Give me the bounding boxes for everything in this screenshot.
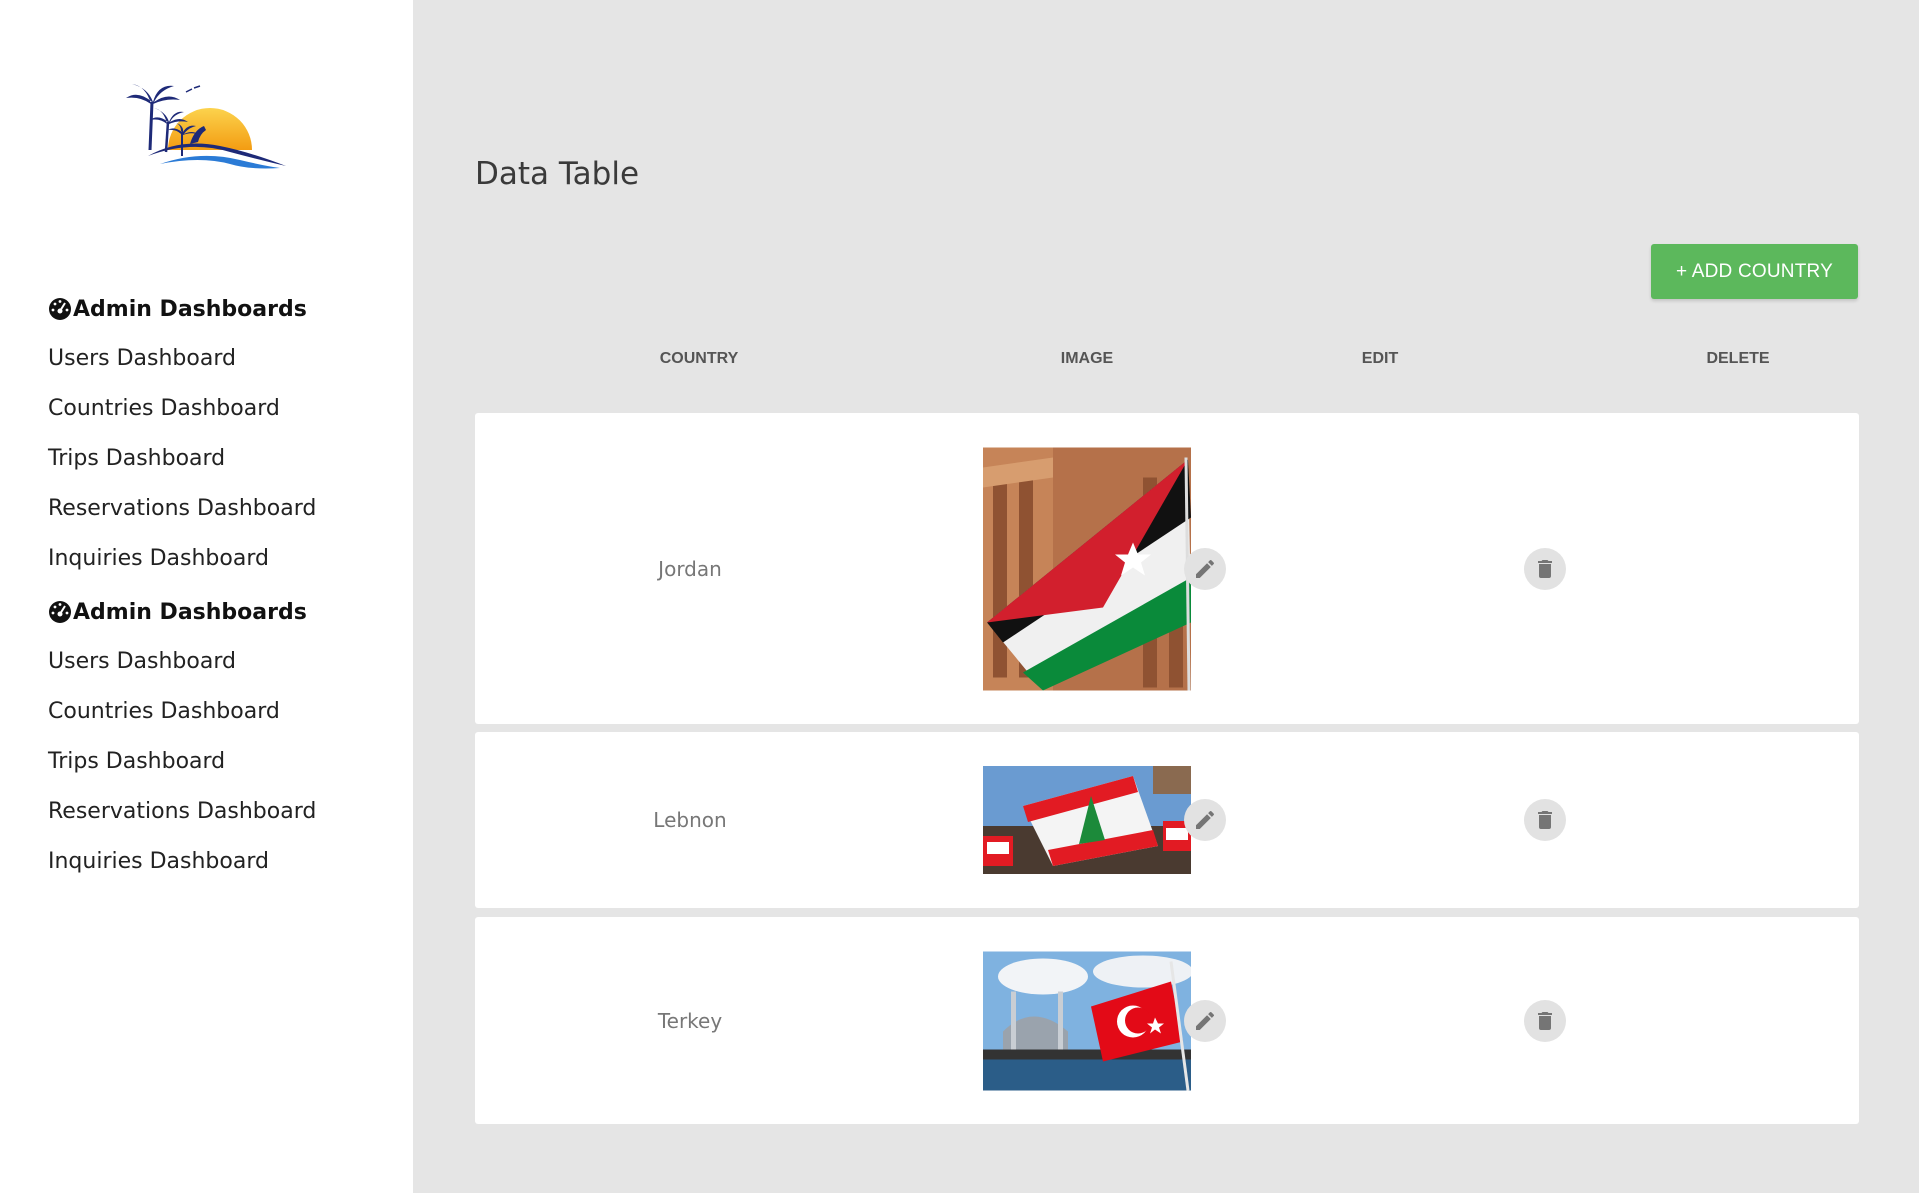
edit-button[interactable] bbox=[1184, 799, 1226, 841]
add-country-button[interactable]: + ADD COUNTRY bbox=[1651, 244, 1858, 299]
table-row: Jordan bbox=[475, 413, 1859, 724]
page-title: Data Table bbox=[475, 156, 640, 192]
table-header: COUNTRY IMAGE EDIT DELETE bbox=[475, 350, 1859, 390]
country-name: Lebnon bbox=[653, 808, 727, 832]
sidebar-item-users-dashboard[interactable]: Users Dashboard bbox=[48, 334, 316, 384]
nav-group-admin-1: Admin Dashboards Users Dashboard Countri… bbox=[48, 284, 316, 584]
country-name: Terkey bbox=[657, 1008, 723, 1033]
trash-icon bbox=[1538, 1011, 1552, 1030]
pencil-icon bbox=[1196, 559, 1214, 578]
nav-group-admin-2: Admin Dashboards Users Dashboard Countri… bbox=[48, 587, 316, 887]
trash-icon bbox=[1538, 811, 1552, 829]
dashboard-gauge-icon bbox=[49, 601, 71, 623]
column-header-edit: EDIT bbox=[1361, 350, 1399, 367]
sidebar-item-trips-dashboard[interactable]: Trips Dashboard bbox=[48, 434, 316, 484]
column-header-image: IMAGE bbox=[1060, 350, 1114, 367]
country-name: Jordan bbox=[658, 556, 722, 581]
table-row: Lebnon bbox=[475, 732, 1859, 908]
sidebar-item-countries-dashboard[interactable]: Countries Dashboard bbox=[48, 384, 316, 434]
table-row: Terkey bbox=[475, 917, 1859, 1124]
nav-heading: Admin Dashboards bbox=[48, 284, 316, 334]
column-header-country: COUNTRY bbox=[659, 350, 739, 367]
sidebar-item-inquiries-dashboard[interactable]: Inquiries Dashboard bbox=[48, 837, 316, 887]
sidebar-item-users-dashboard[interactable]: Users Dashboard bbox=[48, 637, 316, 687]
sidebar-item-reservations-dashboard[interactable]: Reservations Dashboard bbox=[48, 484, 316, 534]
column-header-delete: DELETE bbox=[1706, 350, 1770, 367]
sidebar-item-inquiries-dashboard[interactable]: Inquiries Dashboard bbox=[48, 534, 316, 584]
pencil-icon bbox=[1196, 810, 1214, 829]
sidebar: Admin Dashboards Users Dashboard Countri… bbox=[0, 0, 413, 1193]
jordan-flag-image bbox=[983, 447, 1191, 690]
delete-button[interactable] bbox=[1524, 547, 1566, 590]
delete-button[interactable] bbox=[1524, 799, 1566, 841]
main-content: Data Table + ADD COUNTRY COUNTRY IMAGE E… bbox=[413, 0, 1919, 1193]
nav-heading: Admin Dashboards bbox=[48, 587, 316, 637]
nav-heading-label: Admin Dashboards bbox=[73, 599, 307, 625]
trash-icon bbox=[1538, 559, 1552, 578]
sidebar-item-trips-dashboard[interactable]: Trips Dashboard bbox=[48, 737, 316, 787]
lebanon-flag-image bbox=[983, 766, 1191, 874]
dashboard-gauge-icon bbox=[49, 298, 71, 320]
pencil-icon bbox=[1196, 1011, 1214, 1030]
nav-heading-label: Admin Dashboards bbox=[73, 296, 307, 322]
turkey-flag-image bbox=[983, 951, 1191, 1090]
sidebar-item-reservations-dashboard[interactable]: Reservations Dashboard bbox=[48, 787, 316, 837]
edit-button[interactable] bbox=[1184, 547, 1226, 590]
edit-button[interactable] bbox=[1184, 999, 1226, 1042]
sidebar-item-countries-dashboard[interactable]: Countries Dashboard bbox=[48, 687, 316, 737]
brand-logo bbox=[120, 80, 292, 174]
delete-button[interactable] bbox=[1524, 999, 1566, 1042]
